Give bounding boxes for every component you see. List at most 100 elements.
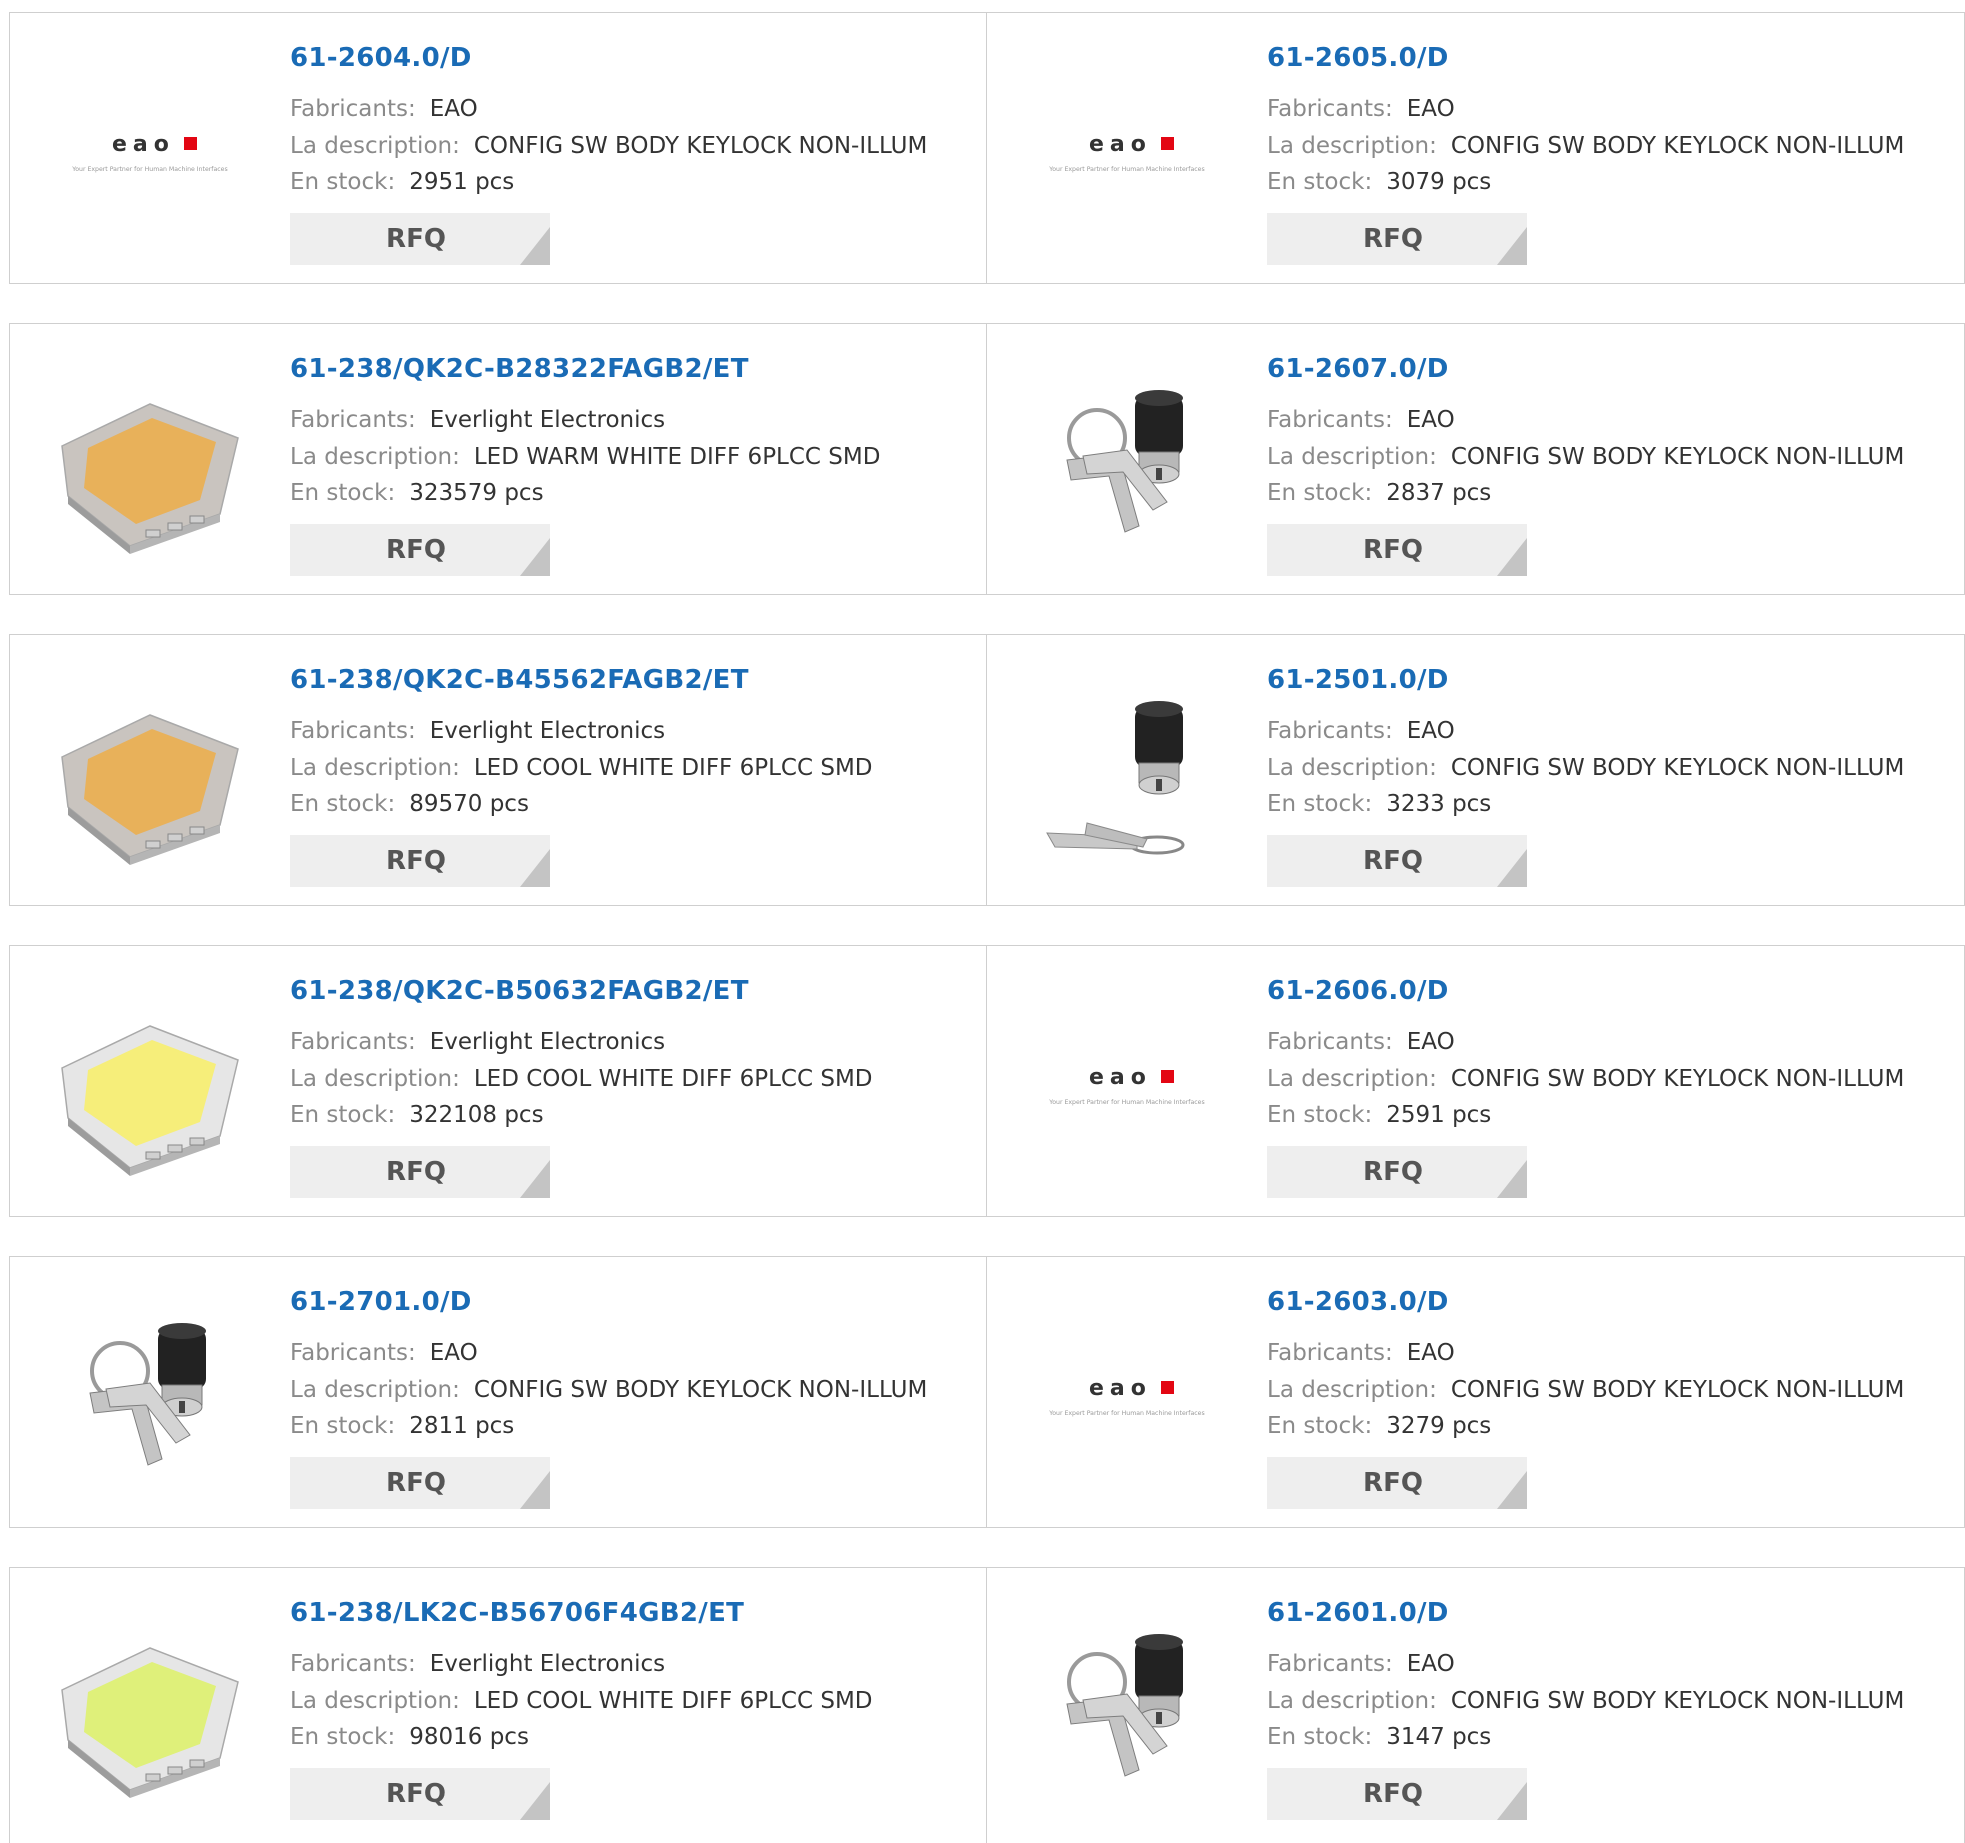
product-image[interactable] [1027,1620,1227,1800]
rfq-label: RFQ [1363,1468,1423,1498]
rfq-button[interactable]: RFQ [290,524,550,576]
description-row: La description: LED COOL WHITE DIFF 6PLCC… [290,754,873,782]
rfq-button[interactable]: RFQ [1267,1768,1527,1820]
rfq-label: RFQ [386,1157,446,1187]
product-card: eao Your Expert Partner for Human Machine… [986,945,1965,1217]
product-part-number-link[interactable]: 61-238/QK2C-B45562FAGB2/ET [290,665,749,695]
product-part-number-link[interactable]: 61-2605.0/D [1267,43,1449,73]
keylock-icon [89,1323,206,1466]
manufacturer-row: Fabricants: Everlight Electronics [290,406,665,434]
description-value: CONFIG SW BODY KEYLOCK NON-ILLUM [1450,444,1905,470]
stock-value: 3233 pcs [1386,791,1492,817]
rfq-label: RFQ [386,535,446,565]
rfq-label: RFQ [386,846,446,876]
stock-value: 89570 pcs [409,791,529,817]
svg-text:Your Expert Partner for Human: Your Expert Partner for Human Machine In… [1048,1410,1204,1417]
rfq-button[interactable]: RFQ [1267,1457,1527,1509]
eao-logo-icon: eao Your Expert Partner for Human Machine… [1048,1065,1204,1106]
manufacturer-value: EAO [1406,96,1455,122]
manufacturer-value: Everlight Electronics [429,1029,666,1055]
description-label: La description: [1267,1377,1437,1403]
product-card: 61-238/LK2C-B56706F4GB2/ET Fabricants: Ev… [9,1567,987,1843]
product-part-number-link[interactable]: 61-2604.0/D [290,43,472,73]
product-part-number-link[interactable]: 61-238/QK2C-B28322FAGB2/ET [290,354,749,384]
stock-label: En stock: [290,1413,396,1439]
manufacturer-label: Fabricants: [1267,1651,1393,1677]
description-label: La description: [1267,133,1437,159]
stock-label: En stock: [1267,169,1373,195]
stock-label: En stock: [290,791,396,817]
product-card: eao Your Expert Partner for Human Machine… [9,12,987,284]
manufacturer-row: Fabricants: Everlight Electronics [290,717,665,745]
rfq-button[interactable]: RFQ [1267,213,1527,265]
product-image[interactable] [1027,687,1227,867]
product-card: eao Your Expert Partner for Human Machine… [986,12,1965,284]
manufacturer-label: Fabricants: [290,1651,416,1677]
manufacturer-label: Fabricants: [1267,718,1393,744]
product-image[interactable]: eao Your Expert Partner for Human Machine… [1027,65,1227,245]
description-row: La description: LED COOL WHITE DIFF 6PLCC… [290,1065,873,1093]
corner-triangle-icon [520,849,550,887]
product-image[interactable]: eao Your Expert Partner for Human Machine… [1027,1309,1227,1489]
product-part-number-link[interactable]: 61-2607.0/D [1267,354,1449,384]
product-card: 61-238/QK2C-B28322FAGB2/ET Fabricants: Ev… [9,323,987,595]
product-part-number-link[interactable]: 61-2603.0/D [1267,1287,1449,1317]
rfq-button[interactable]: RFQ [290,213,550,265]
rfq-button[interactable]: RFQ [290,835,550,887]
manufacturer-row: Fabricants: EAO [1267,95,1455,123]
product-image[interactable] [50,376,250,556]
product-image[interactable]: eao Your Expert Partner for Human Machine… [1027,998,1227,1178]
led-smd-icon [61,714,239,865]
stock-value: 98016 pcs [409,1724,529,1750]
description-label: La description: [290,755,460,781]
description-label: La description: [1267,755,1437,781]
eao-logo-icon: eao Your Expert Partner for Human Machine… [1048,132,1204,173]
manufacturer-value: EAO [1406,1340,1455,1366]
product-part-number-link[interactable]: 61-238/QK2C-B50632FAGB2/ET [290,976,749,1006]
product-image[interactable]: eao Your Expert Partner for Human Machine… [50,65,250,245]
description-row: La description: CONFIG SW BODY KEYLOCK NO… [1267,1376,1904,1404]
stock-value: 3279 pcs [1386,1413,1492,1439]
corner-triangle-icon [1497,1160,1527,1198]
corner-triangle-icon [1497,849,1527,887]
stock-label: En stock: [1267,1413,1373,1439]
manufacturer-row: Fabricants: EAO [1267,1339,1455,1367]
product-image[interactable] [50,1620,250,1800]
product-row: 61-238/QK2C-B45562FAGB2/ET Fabricants: Ev… [9,634,1965,906]
led-smd-icon [61,1647,239,1798]
product-image[interactable] [50,1309,250,1489]
description-label: La description: [290,133,460,159]
product-card: 61-2501.0/D Fabricants: EAO La descriptio… [986,634,1965,906]
manufacturer-row: Fabricants: Everlight Electronics [290,1650,665,1678]
manufacturer-value: Everlight Electronics [429,407,666,433]
product-row: 61-238/QK2C-B50632FAGB2/ET Fabricants: Ev… [9,945,1965,1217]
product-image[interactable] [1027,376,1227,556]
description-value: LED COOL WHITE DIFF 6PLCC SMD [473,1066,873,1092]
stock-label: En stock: [290,1724,396,1750]
product-part-number-link[interactable]: 61-238/LK2C-B56706F4GB2/ET [290,1598,744,1628]
rfq-button[interactable]: RFQ [290,1768,550,1820]
description-value: LED COOL WHITE DIFF 6PLCC SMD [473,755,873,781]
stock-value: 3147 pcs [1386,1724,1492,1750]
stock-row: En stock: 3079 pcs [1267,168,1491,196]
product-part-number-link[interactable]: 61-2701.0/D [290,1287,472,1317]
rfq-button[interactable]: RFQ [1267,524,1527,576]
product-part-number-link[interactable]: 61-2606.0/D [1267,976,1449,1006]
stock-label: En stock: [1267,1724,1373,1750]
rfq-button[interactable]: RFQ [290,1457,550,1509]
product-image[interactable] [50,687,250,867]
product-image[interactable] [50,998,250,1178]
manufacturer-value: EAO [1406,1651,1455,1677]
description-value: CONFIG SW BODY KEYLOCK NON-ILLUM [473,1377,928,1403]
manufacturer-label: Fabricants: [290,407,416,433]
product-part-number-link[interactable]: 61-2501.0/D [1267,665,1449,695]
rfq-button[interactable]: RFQ [290,1146,550,1198]
stock-label: En stock: [290,480,396,506]
rfq-button[interactable]: RFQ [1267,1146,1527,1198]
product-part-number-link[interactable]: 61-2601.0/D [1267,1598,1449,1628]
corner-triangle-icon [1497,1782,1527,1820]
rfq-button[interactable]: RFQ [1267,835,1527,887]
description-row: La description: LED COOL WHITE DIFF 6PLCC… [290,1687,873,1715]
description-value: LED COOL WHITE DIFF 6PLCC SMD [473,1688,873,1714]
description-value: CONFIG SW BODY KEYLOCK NON-ILLUM [1450,755,1905,781]
